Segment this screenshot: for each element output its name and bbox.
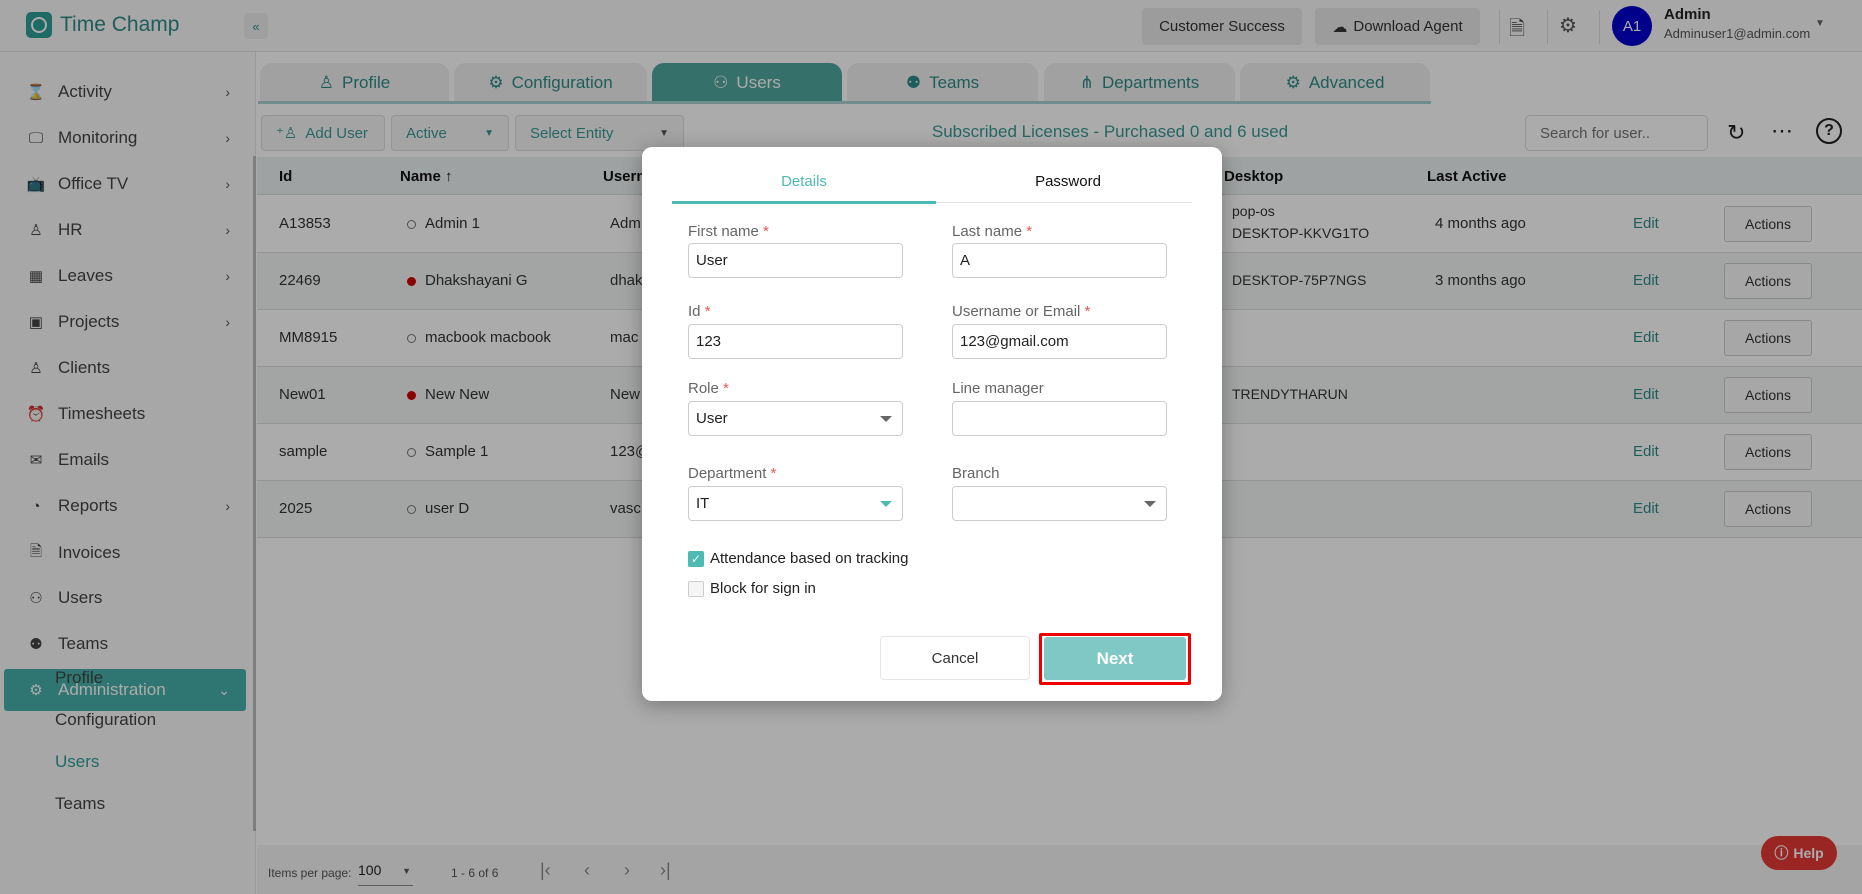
line-manager-input[interactable] <box>952 401 1167 436</box>
branch-label: Branch <box>952 465 1000 482</box>
role-label: Role * <box>688 380 729 397</box>
label-text: Department <box>688 465 767 482</box>
username-input[interactable]: 123@gmail.com <box>952 324 1167 359</box>
required-mark: * <box>1084 303 1091 320</box>
required-mark: * <box>704 303 711 320</box>
label-text: Role <box>688 380 719 397</box>
required-mark: * <box>723 380 729 397</box>
id-input[interactable]: 123 <box>688 324 903 359</box>
label-text: Username or Email <box>952 303 1081 320</box>
highlight-box: Next <box>1039 633 1191 685</box>
active-tab-indicator <box>672 201 936 204</box>
required-mark: * <box>763 223 769 240</box>
caret-down-icon <box>880 416 892 422</box>
role-value: User <box>696 410 728 427</box>
attendance-label: Attendance based on tracking <box>710 550 909 567</box>
role-select[interactable]: User <box>688 401 903 436</box>
tab-password[interactable]: Password <box>936 173 1200 203</box>
label-text: Id <box>688 303 701 320</box>
block-sign-in-label: Block for sign in <box>710 580 816 597</box>
attendance-checkbox[interactable]: ✓ <box>688 551 704 567</box>
department-value: IT <box>696 495 710 512</box>
caret-down-icon <box>1144 501 1156 507</box>
tab-details[interactable]: Details <box>672 173 936 203</box>
required-mark: * <box>1026 223 1033 240</box>
last-name-input[interactable]: A <box>952 243 1167 278</box>
last-name-label: Last name * <box>952 223 1032 240</box>
required-mark: * <box>770 465 777 482</box>
department-select[interactable]: IT <box>688 486 903 521</box>
block-sign-in-checkbox[interactable] <box>688 581 704 597</box>
label-text: Last name <box>952 223 1023 240</box>
caret-down-icon <box>880 501 892 507</box>
first-name-label: First name * <box>688 223 769 240</box>
first-name-input[interactable]: User <box>688 243 903 278</box>
line-manager-label: Line manager <box>952 380 1044 397</box>
add-user-dialog: Details Password First name * User Last … <box>642 147 1222 701</box>
id-label: Id * <box>688 303 711 320</box>
label-text: First name <box>688 223 759 240</box>
cancel-button[interactable]: Cancel <box>880 636 1030 680</box>
next-button[interactable]: Next <box>1044 637 1186 680</box>
department-label: Department * <box>688 465 776 482</box>
username-label: Username or Email * <box>952 303 1090 320</box>
branch-select[interactable] <box>952 486 1167 521</box>
